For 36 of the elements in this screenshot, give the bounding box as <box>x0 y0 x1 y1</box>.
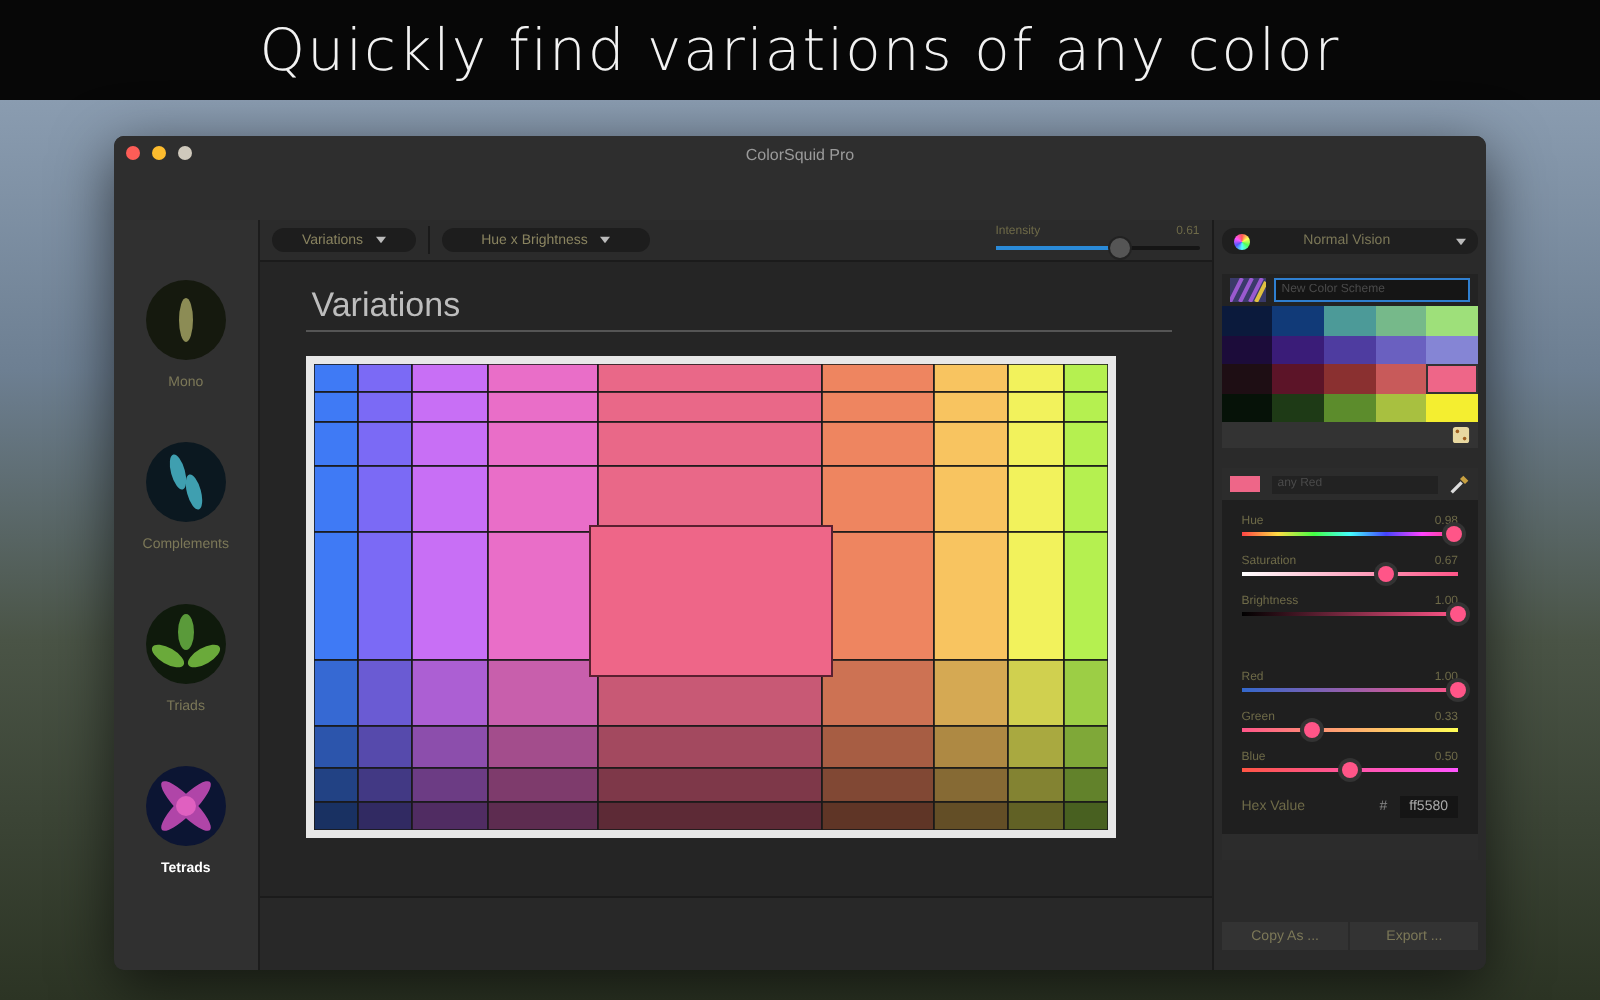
palette-swatch[interactable] <box>1375 306 1427 335</box>
section-title: Variations <box>305 286 1172 332</box>
palette-swatch[interactable] <box>1426 335 1478 364</box>
two-leaves-icon[interactable] <box>145 442 226 522</box>
zoom-button[interactable] <box>178 146 192 160</box>
palette-swatch[interactable] <box>1324 364 1376 393</box>
minimize-button[interactable] <box>152 146 166 160</box>
palette-swatch[interactable] <box>1324 335 1376 364</box>
palette-swatch[interactable] <box>1221 335 1273 364</box>
palette-swatch[interactable] <box>1324 306 1376 335</box>
three-leaves-icon[interactable] <box>145 604 226 684</box>
leaf-icon[interactable] <box>145 280 226 360</box>
headline: Quickly find variations of any color <box>259 16 1341 84</box>
eyedropper-icon[interactable] <box>1450 474 1470 494</box>
palette-swatch[interactable] <box>1324 393 1376 422</box>
dice-icon[interactable] <box>1452 426 1470 444</box>
color-wheel-icon <box>1233 233 1250 249</box>
palette-swatch[interactable] <box>1272 364 1325 393</box>
palette-swatch[interactable] <box>1272 393 1325 422</box>
window-title: ColorSquid Pro <box>745 146 855 164</box>
caret-icon <box>375 235 386 243</box>
caret-icon <box>1456 237 1466 245</box>
palette-swatch[interactable] <box>1272 306 1325 335</box>
palette-swatch[interactable] <box>1221 364 1273 393</box>
palette-swatch[interactable] <box>1221 306 1273 335</box>
striped-swatch-icon <box>1229 278 1266 302</box>
palette-swatch[interactable] <box>1221 393 1273 422</box>
palette-swatch[interactable] <box>1272 335 1325 364</box>
cross-petals-icon[interactable] <box>145 766 226 846</box>
palette-swatch[interactable] <box>1426 364 1478 393</box>
palette-swatch[interactable] <box>1426 393 1478 422</box>
palette-swatch[interactable] <box>1426 306 1478 335</box>
close-button[interactable] <box>126 146 140 160</box>
caret-icon <box>599 235 610 243</box>
palette-swatch[interactable] <box>1375 364 1427 393</box>
current-color-swatch[interactable] <box>1229 476 1260 492</box>
